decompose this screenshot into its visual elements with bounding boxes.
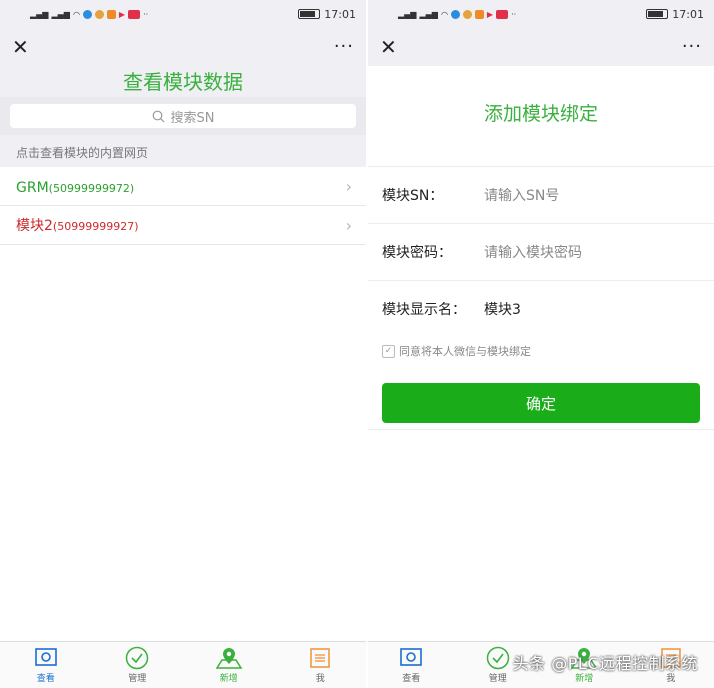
- module-sn: (50999999927): [52, 220, 139, 233]
- status-bar: ▂▄▆ ▂▄▆ ◠ ▶ ·· 17:01: [0, 0, 366, 28]
- tab-label: 管理: [488, 674, 507, 684]
- right-screen: ▂▄▆ ▂▄▆ ◠ ▶ ·· 17:01 ✕ ··· 添加模块绑定 模块SN： …: [368, 0, 714, 688]
- status-icons: ▂▄▆ ▂▄▆ ◠ ▶ ··: [398, 9, 517, 19]
- checkbox-checked-icon[interactable]: ✓: [382, 344, 395, 358]
- agree-label: 同意将本人微信与模块绑定: [399, 345, 531, 358]
- chevron-right-icon: ›: [345, 215, 352, 235]
- password-input[interactable]: 请输入模块密码: [484, 242, 582, 262]
- field-label: 模块SN：: [382, 188, 444, 204]
- check-circle-icon: [126, 646, 149, 670]
- field-label: 模块显示名：: [382, 302, 466, 318]
- more-options-icon[interactable]: ···: [682, 38, 702, 56]
- status-right: 17:01: [646, 8, 704, 21]
- sn-input[interactable]: 请输入SN号: [484, 185, 559, 205]
- map-pin-icon: [215, 648, 243, 669]
- page-title: 添加模块绑定: [483, 103, 598, 125]
- module-name: GRM: [16, 179, 49, 196]
- app-icon: [82, 9, 92, 19]
- status-time: 17:01: [324, 7, 356, 21]
- module-label: 模块2(50999999927): [16, 215, 139, 235]
- list-item[interactable]: GRM(50999999972) ›: [0, 167, 366, 206]
- tab-me[interactable]: 我: [275, 642, 367, 688]
- more-options-icon[interactable]: ···: [334, 38, 354, 56]
- battery-icon: [646, 9, 669, 19]
- app-icon: [94, 9, 104, 19]
- chevron-right-icon: ›: [345, 176, 352, 196]
- tab-bar: 查看 管理 新增 我: [0, 641, 366, 688]
- app-icon: [106, 9, 116, 19]
- app-icon: [474, 9, 484, 19]
- app-icon: [450, 9, 460, 19]
- nav-bar: ✕ ···: [0, 28, 366, 66]
- module-label: GRM(50999999972): [16, 177, 134, 196]
- signal-icon: ▂▄▆: [30, 9, 49, 19]
- tab-add[interactable]: 新增: [183, 642, 275, 688]
- signal-icon-2: ▂▄▆: [419, 9, 438, 19]
- tab-label: 新增: [219, 674, 238, 684]
- search-bar: 搜索SN: [0, 97, 366, 135]
- search-placeholder: 搜索SN: [170, 110, 215, 126]
- monitor-icon: [400, 648, 423, 666]
- more-notifications-icon: ··: [511, 9, 517, 19]
- bind-form: 模块SN： 请输入SN号 模块密码： 请输入模块密码 模块显示名： 模块3: [368, 166, 714, 337]
- list-hint: 点击查看模块的内置网页: [0, 135, 366, 167]
- status-right: 17:01: [298, 8, 356, 21]
- play-icon: ▶: [486, 9, 494, 19]
- status-time: 17:01: [672, 7, 704, 21]
- check-circle-icon: [486, 646, 509, 670]
- password-field-row: 模块密码： 请输入模块密码: [368, 224, 714, 281]
- module-name: 模块2: [16, 218, 53, 234]
- status-icons: ▂▄▆ ▂▄▆ ◠ ▶ ··: [30, 9, 149, 19]
- close-icon[interactable]: ✕: [380, 37, 397, 57]
- more-notifications-icon: ··: [143, 9, 149, 19]
- display-name-input[interactable]: 模块3: [484, 299, 521, 319]
- page-header: 查看模块数据: [0, 66, 366, 97]
- tab-label: 查看: [36, 674, 55, 684]
- tab-manage[interactable]: 管理: [92, 642, 184, 688]
- wifi-icon: ◠: [440, 9, 448, 19]
- sn-field-row: 模块SN： 请输入SN号: [368, 167, 714, 224]
- field-label: 模块密码：: [382, 245, 452, 261]
- list-item[interactable]: 模块2(50999999927) ›: [0, 206, 366, 245]
- status-bar: ▂▄▆ ▂▄▆ ◠ ▶ ·· 17:01: [368, 0, 714, 28]
- tab-label: 我: [315, 674, 325, 684]
- monitor-icon: [34, 648, 57, 666]
- signal-icon: ▂▄▆: [398, 9, 417, 19]
- tab-label: 查看: [402, 674, 421, 684]
- app-icon: [496, 9, 509, 19]
- app-icon: [128, 9, 141, 19]
- page-title: 查看模块数据: [123, 70, 243, 94]
- document-icon: [310, 648, 330, 668]
- watermark: 头条 @PLC远程控制系统: [512, 654, 698, 673]
- close-icon[interactable]: ✕: [12, 37, 29, 57]
- module-sn: (50999999972): [48, 181, 135, 195]
- play-icon: ▶: [118, 9, 126, 19]
- nav-bar: ✕ ···: [368, 28, 714, 66]
- search-icon: [152, 110, 164, 122]
- signal-icon-2: ▂▄▆: [51, 9, 70, 19]
- tab-view[interactable]: 查看: [368, 642, 455, 688]
- battery-icon: [298, 9, 321, 19]
- module-list: GRM(50999999972) › 模块2(50999999927) ›: [0, 167, 366, 245]
- app-icon: [462, 9, 472, 19]
- left-screen: ▂▄▆ ▂▄▆ ◠ ▶ ·· 17:01 ✕ ··· 查看模块数据 搜索SN 点…: [0, 0, 366, 688]
- form-bottom-divider: [368, 429, 714, 430]
- search-input[interactable]: 搜索SN: [10, 104, 356, 128]
- display-name-field-row: 模块显示名： 模块3: [368, 281, 714, 337]
- agree-checkbox-row[interactable]: ✓ 同意将本人微信与模块绑定: [368, 337, 714, 359]
- tab-label: 管理: [128, 674, 147, 684]
- confirm-button[interactable]: 确定: [382, 383, 700, 423]
- wifi-icon: ◠: [72, 9, 80, 19]
- tab-view[interactable]: 查看: [0, 642, 92, 688]
